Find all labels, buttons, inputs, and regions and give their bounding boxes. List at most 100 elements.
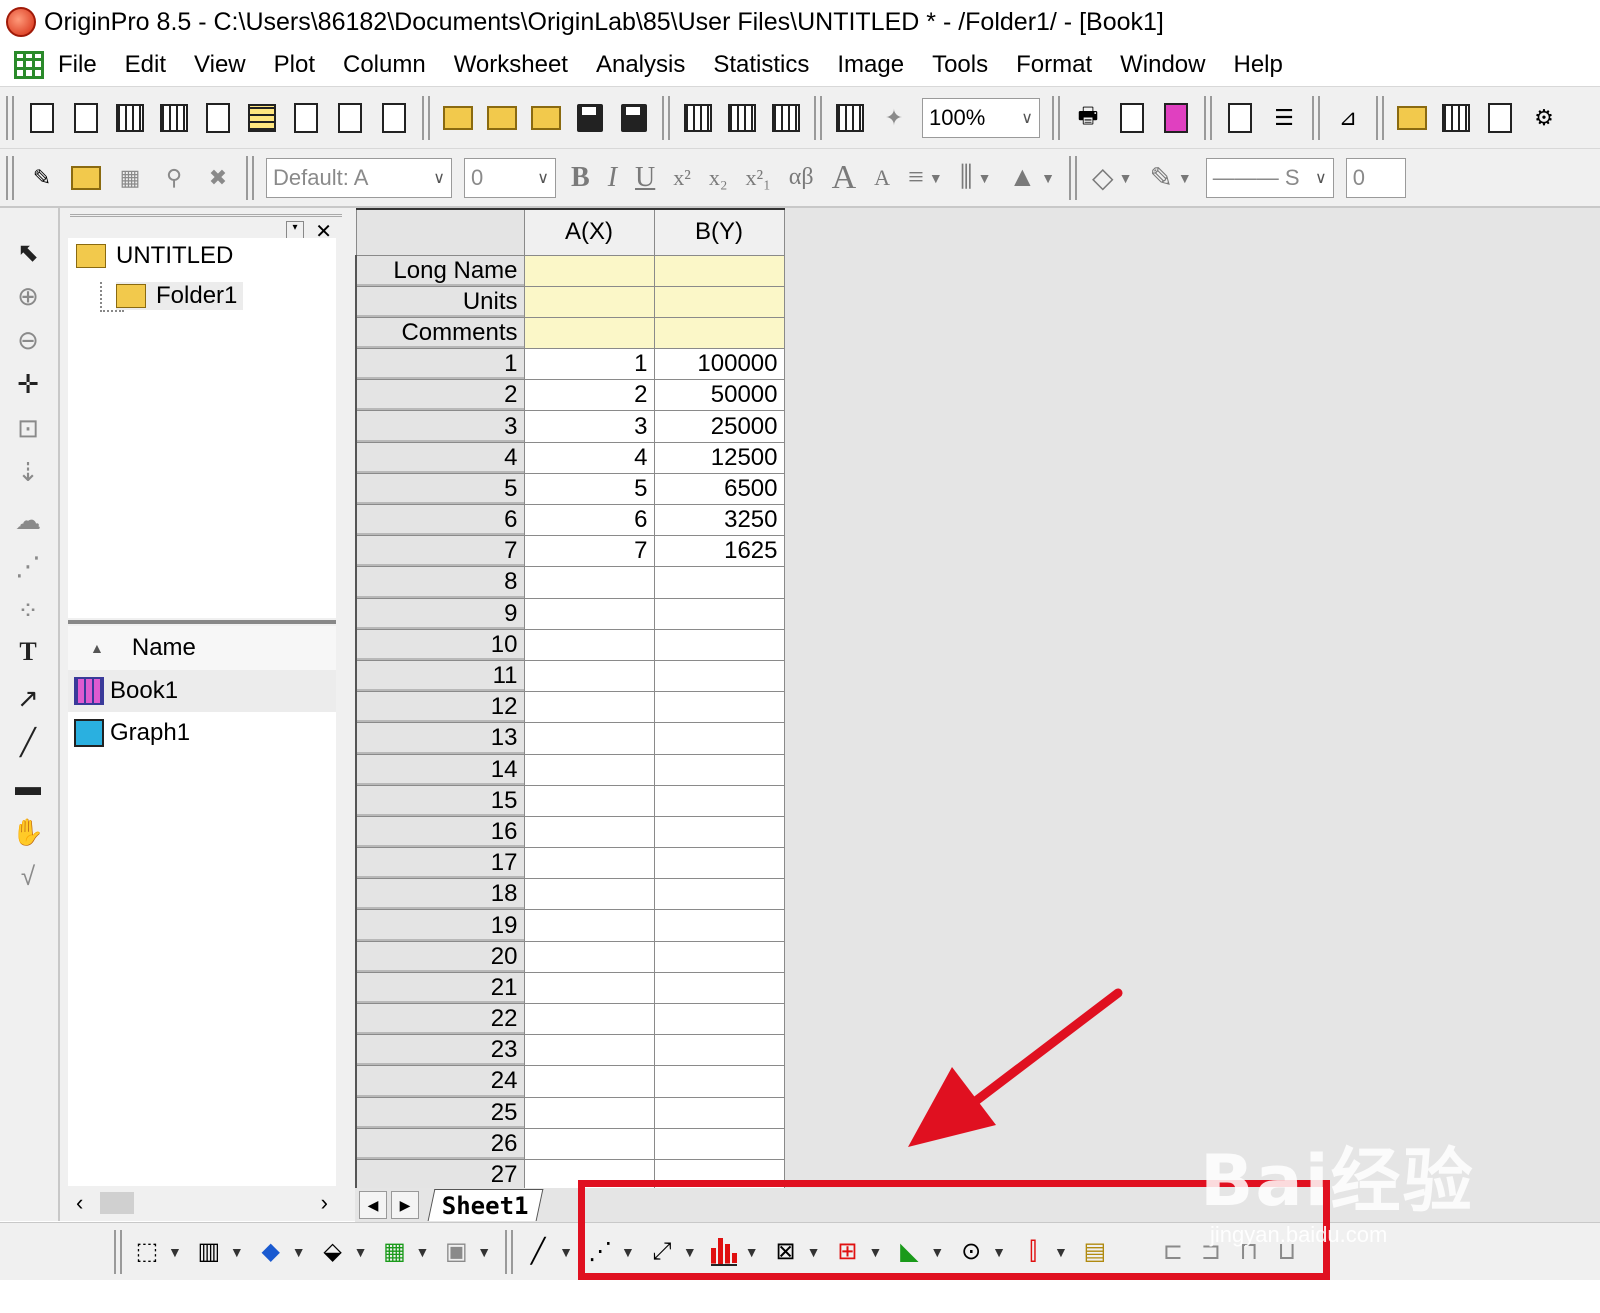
table-cell[interactable] bbox=[523, 815, 655, 849]
line-tool-icon[interactable]: ╱ bbox=[12, 726, 44, 758]
chevron-down-icon[interactable]: ▼ bbox=[168, 1244, 182, 1260]
rescale-button[interactable]: ⚲ bbox=[157, 161, 191, 195]
line-color-button[interactable]: ✎ bbox=[1149, 161, 1172, 195]
duplicate-button[interactable] bbox=[833, 101, 867, 135]
text-tool-icon[interactable]: T bbox=[12, 636, 44, 668]
table-cell[interactable] bbox=[653, 940, 785, 973]
table-cell[interactable] bbox=[653, 597, 785, 630]
table-cell[interactable] bbox=[653, 722, 785, 755]
equation-tool-icon[interactable]: √ bbox=[12, 860, 44, 892]
new-folder-button[interactable] bbox=[69, 101, 103, 135]
table-cell[interactable]: 5 bbox=[523, 472, 655, 506]
table-cell[interactable] bbox=[523, 597, 655, 630]
pointer-tool-icon[interactable]: ⬉ bbox=[12, 236, 44, 268]
row-header[interactable]: 13 bbox=[355, 722, 525, 755]
table-cell[interactable] bbox=[653, 1002, 785, 1036]
row-header[interactable]: 18 bbox=[355, 878, 525, 911]
menu-plot[interactable]: Plot bbox=[274, 51, 315, 79]
zoom-out-tool-icon[interactable]: ⊖ bbox=[12, 324, 44, 356]
increase-font-button[interactable]: A bbox=[832, 159, 857, 197]
row-header[interactable]: 14 bbox=[355, 753, 525, 786]
file-list-header[interactable]: ▲ Name bbox=[68, 626, 336, 670]
table-cell[interactable]: 50000 bbox=[653, 379, 785, 412]
new-function-button[interactable] bbox=[289, 101, 323, 135]
row-header[interactable]: 26 bbox=[355, 1127, 525, 1160]
row-header[interactable]: 1 bbox=[355, 348, 525, 381]
scroll-right-icon[interactable]: › bbox=[321, 1190, 328, 1216]
table-cell[interactable] bbox=[523, 847, 655, 880]
table-cell[interactable] bbox=[653, 909, 785, 942]
arrow-tool-icon[interactable]: ↗ bbox=[12, 682, 44, 714]
menu-edit[interactable]: Edit bbox=[125, 51, 166, 79]
region-tool-icon[interactable]: ⁘ bbox=[12, 594, 44, 626]
chevron-down-icon[interactable]: ▼ bbox=[415, 1244, 429, 1260]
chevron-down-icon[interactable]: ▼ bbox=[978, 170, 992, 186]
rectangle-tool-icon[interactable]: ▬ bbox=[12, 770, 44, 802]
align-button[interactable]: ≡ bbox=[908, 162, 924, 194]
slideshow-button[interactable] bbox=[1159, 101, 1193, 135]
font-combo[interactable]: Default: A ∨ bbox=[266, 157, 452, 198]
table-cell[interactable] bbox=[523, 971, 655, 1005]
menu-file[interactable]: File bbox=[58, 51, 97, 79]
meta-cell[interactable] bbox=[523, 285, 655, 318]
tree-root-untitled[interactable]: UNTITLED bbox=[76, 242, 233, 270]
settings-button[interactable]: ⚙ bbox=[1527, 101, 1561, 135]
meta-cell[interactable] bbox=[653, 285, 785, 318]
new-layout-button[interactable] bbox=[333, 101, 367, 135]
table-cell[interactable]: 6500 bbox=[653, 472, 785, 506]
meta-row-header[interactable]: Long Name bbox=[355, 254, 525, 287]
chevron-down-icon[interactable]: ▼ bbox=[230, 1244, 244, 1260]
supsub-button[interactable]: x²₁ bbox=[746, 165, 771, 191]
contour-button[interactable]: ▦ bbox=[379, 1237, 409, 1267]
3d-scatter-button[interactable]: ⬚ bbox=[132, 1237, 162, 1267]
pane-splitter[interactable] bbox=[68, 620, 336, 624]
draw-data-tool-icon[interactable]: ⋰ bbox=[12, 550, 44, 582]
menu-analysis[interactable]: Analysis bbox=[596, 51, 685, 79]
table-cell[interactable] bbox=[653, 691, 785, 724]
table-cell[interactable] bbox=[653, 1034, 785, 1067]
table-cell[interactable] bbox=[523, 940, 655, 973]
row-header[interactable]: 10 bbox=[355, 628, 525, 661]
chevron-down-icon[interactable]: ▼ bbox=[354, 1244, 368, 1260]
table-cell[interactable] bbox=[523, 909, 655, 942]
list-item[interactable]: Book1 bbox=[68, 670, 336, 712]
notes-window-button[interactable] bbox=[1483, 101, 1517, 135]
menu-format[interactable]: Format bbox=[1016, 51, 1092, 79]
table-cell[interactable] bbox=[653, 784, 785, 817]
command-window-button[interactable] bbox=[1439, 101, 1473, 135]
table-cell[interactable]: 12500 bbox=[653, 441, 785, 474]
table-cell[interactable] bbox=[653, 566, 785, 599]
open-template-button[interactable] bbox=[485, 101, 519, 135]
row-header[interactable]: 5 bbox=[355, 472, 525, 506]
chevron-down-icon[interactable]: ▼ bbox=[1041, 170, 1055, 186]
row-header[interactable]: 6 bbox=[355, 503, 525, 537]
row-header[interactable]: 24 bbox=[355, 1065, 525, 1098]
image-plot-button[interactable]: ▣ bbox=[441, 1237, 471, 1267]
table-cell[interactable] bbox=[653, 971, 785, 1005]
column-header-a[interactable]: A(X) bbox=[523, 208, 655, 256]
list-item[interactable]: Graph1 bbox=[68, 712, 336, 754]
table-cell[interactable]: 7 bbox=[523, 535, 655, 568]
row-header[interactable]: 19 bbox=[355, 909, 525, 942]
underline-button[interactable]: U bbox=[635, 162, 655, 194]
data-selector-tool-icon[interactable]: ⊡ bbox=[12, 412, 44, 444]
new-excel-button[interactable] bbox=[157, 101, 191, 135]
toolbar-grip[interactable] bbox=[114, 1229, 122, 1274]
table-cell[interactable] bbox=[653, 878, 785, 911]
meta-cell[interactable] bbox=[523, 254, 655, 287]
row-header[interactable]: 27 bbox=[355, 1158, 525, 1188]
meta-cell[interactable] bbox=[653, 254, 785, 287]
subscript-button[interactable]: x₂ bbox=[709, 165, 728, 191]
row-header[interactable]: 7 bbox=[355, 535, 525, 568]
import-wizard-button[interactable] bbox=[681, 101, 715, 135]
pattern-button[interactable]: ⫼ bbox=[960, 162, 973, 194]
font-color-button[interactable]: ▲ bbox=[1008, 162, 1036, 194]
menu-worksheet[interactable]: Worksheet bbox=[454, 51, 568, 79]
chevron-down-icon[interactable]: ▼ bbox=[477, 1244, 491, 1260]
table-cell[interactable] bbox=[523, 1065, 655, 1098]
horizontal-scrollbar[interactable]: ‹ › bbox=[68, 1188, 336, 1218]
data-reader-tool-icon[interactable]: ⇣ bbox=[12, 456, 44, 488]
mask-tool-icon[interactable]: ☁ bbox=[12, 504, 44, 536]
new-graph-button[interactable] bbox=[201, 101, 235, 135]
project-explorer-button[interactable]: ⊿ bbox=[1331, 101, 1365, 135]
